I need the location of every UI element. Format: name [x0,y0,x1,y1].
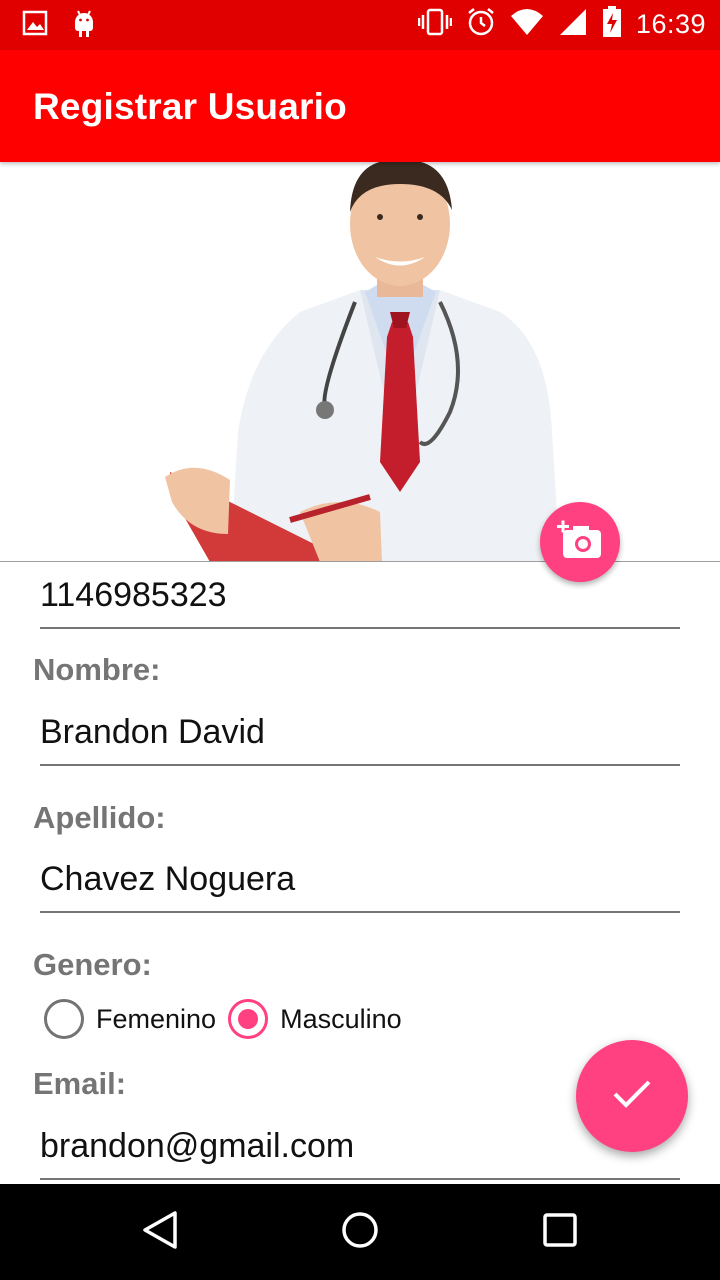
recents-button[interactable] [538,1210,582,1254]
add-photo-button[interactable] [540,502,620,582]
apellido-field[interactable]: Chavez Noguera [40,857,680,913]
back-icon [141,1210,179,1255]
wifi-icon [510,8,544,41]
genero-label: Genero: [33,947,152,982]
status-time: 16:39 [635,9,706,39]
genero-radio-group: Femenino Masculino [44,998,414,1040]
battery-charging-icon [602,6,622,43]
signal-icon [558,7,588,42]
recents-icon [541,1211,579,1254]
home-icon [340,1210,380,1255]
check-icon [612,1079,652,1114]
vibrate-icon [417,8,453,41]
nombre-field[interactable]: Brandon David [40,710,680,766]
navigation-bar [0,1184,720,1280]
radio-femenino[interactable] [44,999,84,1039]
apellido-label: Apellido: [33,800,166,835]
radio-masculino[interactable] [228,999,269,1039]
android-icon [72,8,96,43]
add-photo-icon [557,520,603,565]
email-label: Email: [33,1066,127,1101]
email-field[interactable]: brandon@gmail.com [40,1124,680,1180]
page-title: Registrar Usuario [33,86,347,127]
doctor-photo [165,162,560,561]
save-button[interactable] [576,1040,688,1152]
app-bar: Registrar Usuario [0,50,720,162]
profile-photo[interactable] [0,162,720,562]
home-button[interactable] [338,1210,382,1254]
back-button[interactable] [138,1210,182,1254]
radio-masculino-label[interactable]: Masculino [280,1004,402,1035]
status-bar: 16:39 [0,0,720,50]
alarm-icon [466,7,496,42]
nombre-label: Nombre: [33,652,161,687]
image-icon [22,10,48,41]
radio-femenino-label[interactable]: Femenino [96,1004,216,1035]
